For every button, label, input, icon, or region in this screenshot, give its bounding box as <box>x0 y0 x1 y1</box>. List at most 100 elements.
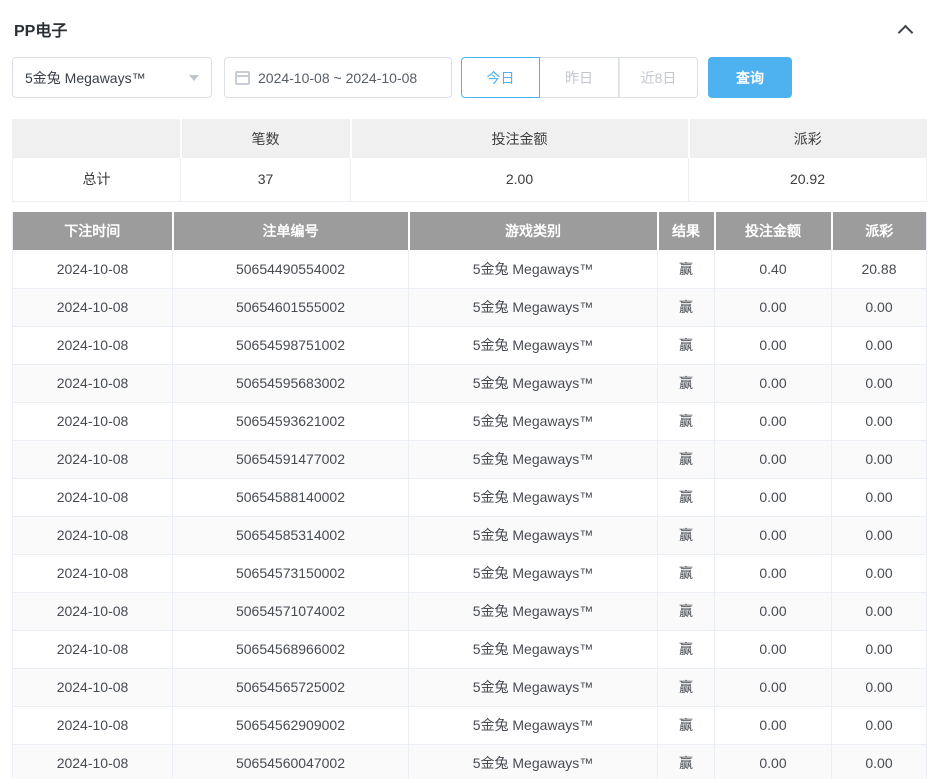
yesterday-button[interactable]: 昨日 <box>540 57 619 98</box>
records-header-row: 下注时间注单编号游戏类别结果投注金额派彩 <box>13 212 927 250</box>
search-button[interactable]: 查询 <box>708 57 792 98</box>
cell-bet-id: 50654588140002 <box>173 478 409 516</box>
cell-bet-id: 50654593621002 <box>173 402 409 440</box>
page-title: PP电子 <box>14 17 67 41</box>
cell-bet-amount: 0.00 <box>715 554 832 592</box>
cell-bet-id: 50654595683002 <box>173 364 409 402</box>
calendar-icon <box>235 71 250 85</box>
summary-cell-count: 37 <box>181 158 351 202</box>
table-row: 2024-10-08506546015550025金兔 Megaways™赢0.… <box>13 288 927 326</box>
cell-game-type: 5金兔 Megaways™ <box>409 326 658 364</box>
cell-payout: 0.00 <box>832 402 927 440</box>
records-header-game-type: 游戏类别 <box>409 212 658 250</box>
summary-cell-bet-amount: 2.00 <box>351 158 689 202</box>
summary-header-payout: 派彩 <box>689 120 927 158</box>
table-row: 2024-10-08506545629090025金兔 Megaways™赢0.… <box>13 706 927 744</box>
cell-bet-time: 2024-10-08 <box>13 592 173 630</box>
cell-payout: 0.00 <box>832 516 927 554</box>
cell-bet-time: 2024-10-08 <box>13 326 173 364</box>
records-header-result: 结果 <box>658 212 715 250</box>
cell-bet-id: 50654565725002 <box>173 668 409 706</box>
cell-bet-time: 2024-10-08 <box>13 250 173 288</box>
cell-payout: 0.00 <box>832 706 927 744</box>
cell-payout: 0.00 <box>832 668 927 706</box>
cell-bet-id: 50654573150002 <box>173 554 409 592</box>
cell-game-type: 5金兔 Megaways™ <box>409 516 658 554</box>
cell-game-type: 5金兔 Megaways™ <box>409 706 658 744</box>
cell-payout: 0.00 <box>832 440 927 478</box>
records-header-bet-amount: 投注金额 <box>715 212 832 250</box>
cell-result: 赢 <box>658 250 715 288</box>
cell-payout: 0.00 <box>832 592 927 630</box>
cell-result: 赢 <box>658 402 715 440</box>
cell-game-type: 5金兔 Megaways™ <box>409 630 658 668</box>
cell-payout: 0.00 <box>832 744 927 779</box>
table-row: 2024-10-08506545853140025金兔 Megaways™赢0.… <box>13 516 927 554</box>
summary-cell-row-label: 总计 <box>13 158 181 202</box>
quick-range-group: 今日 昨日 近8日 <box>461 57 698 98</box>
summary-header-row: 笔数投注金额派彩 <box>13 120 927 158</box>
cell-game-type: 5金兔 Megaways™ <box>409 364 658 402</box>
cell-game-type: 5金兔 Megaways™ <box>409 668 658 706</box>
cell-bet-id: 50654562909002 <box>173 706 409 744</box>
cell-result: 赢 <box>658 288 715 326</box>
date-range-value: 2024-10-08 ~ 2024-10-08 <box>258 70 417 86</box>
cell-bet-id: 50654568966002 <box>173 630 409 668</box>
cell-bet-id: 50654490554002 <box>173 250 409 288</box>
table-row: 2024-10-08506545914770025金兔 Megaways™赢0.… <box>13 440 927 478</box>
summary-cell-payout: 20.92 <box>689 158 927 202</box>
cell-bet-time: 2024-10-08 <box>13 478 173 516</box>
cell-bet-id: 50654591477002 <box>173 440 409 478</box>
chevron-down-icon <box>189 75 199 81</box>
cell-game-type: 5金兔 Megaways™ <box>409 250 658 288</box>
cell-result: 赢 <box>658 706 715 744</box>
cell-payout: 0.00 <box>832 364 927 402</box>
cell-payout: 20.88 <box>832 250 927 288</box>
game-select[interactable]: 5金兔 Megaways™ <box>12 57 212 98</box>
records-body: 2024-10-08506544905540025金兔 Megaways™赢0.… <box>13 250 927 779</box>
records-header-bet-time: 下注时间 <box>13 212 173 250</box>
table-row: 2024-10-08506545987510025金兔 Megaways™赢0.… <box>13 326 927 364</box>
last-8-days-button[interactable]: 近8日 <box>619 57 698 98</box>
summary-header-row-label <box>13 120 181 158</box>
cell-bet-amount: 0.00 <box>715 326 832 364</box>
cell-bet-id: 50654601555002 <box>173 288 409 326</box>
table-row: 2024-10-08506545956830025金兔 Megaways™赢0.… <box>13 364 927 402</box>
cell-game-type: 5金兔 Megaways™ <box>409 554 658 592</box>
cell-result: 赢 <box>658 516 715 554</box>
records-header-bet-id: 注单编号 <box>173 212 409 250</box>
cell-bet-time: 2024-10-08 <box>13 402 173 440</box>
cell-game-type: 5金兔 Megaways™ <box>409 744 658 779</box>
date-range-picker[interactable]: 2024-10-08 ~ 2024-10-08 <box>224 57 452 98</box>
cell-bet-amount: 0.00 <box>715 440 832 478</box>
summary-header-bet-amount: 投注金额 <box>351 120 689 158</box>
cell-bet-amount: 0.00 <box>715 516 832 554</box>
game-select-value: 5金兔 Megaways™ <box>25 68 189 88</box>
cell-result: 赢 <box>658 326 715 364</box>
summary-total-row: 总计372.0020.92 <box>13 158 927 202</box>
table-row: 2024-10-08506545936210025金兔 Megaways™赢0.… <box>13 402 927 440</box>
cell-payout: 0.00 <box>832 326 927 364</box>
table-row: 2024-10-08506545710740025金兔 Megaways™赢0.… <box>13 592 927 630</box>
cell-bet-amount: 0.00 <box>715 706 832 744</box>
today-button[interactable]: 今日 <box>461 57 540 98</box>
cell-result: 赢 <box>658 478 715 516</box>
cell-bet-amount: 0.00 <box>715 402 832 440</box>
cell-bet-time: 2024-10-08 <box>13 440 173 478</box>
cell-bet-amount: 0.00 <box>715 630 832 668</box>
table-row: 2024-10-08506545657250025金兔 Megaways™赢0.… <box>13 668 927 706</box>
cell-bet-time: 2024-10-08 <box>13 630 173 668</box>
cell-result: 赢 <box>658 630 715 668</box>
cell-bet-amount: 0.00 <box>715 592 832 630</box>
table-row: 2024-10-08506545881400025金兔 Megaways™赢0.… <box>13 478 927 516</box>
cell-bet-amount: 0.00 <box>715 668 832 706</box>
summary-header-count: 笔数 <box>181 120 351 158</box>
table-row: 2024-10-08506544905540025金兔 Megaways™赢0.… <box>13 250 927 288</box>
chevron-up-icon[interactable] <box>898 24 914 40</box>
cell-payout: 0.00 <box>832 630 927 668</box>
cell-bet-id: 50654598751002 <box>173 326 409 364</box>
cell-bet-id: 50654585314002 <box>173 516 409 554</box>
cell-game-type: 5金兔 Megaways™ <box>409 440 658 478</box>
cell-payout: 0.00 <box>832 554 927 592</box>
cell-bet-time: 2024-10-08 <box>13 706 173 744</box>
